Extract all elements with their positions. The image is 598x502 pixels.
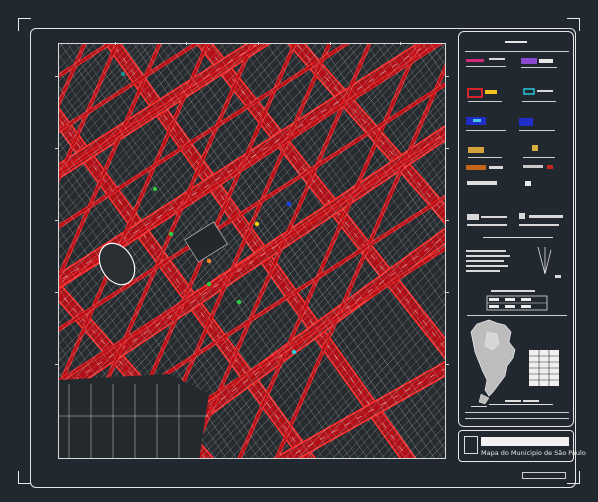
legend-text-list	[467, 213, 563, 238]
open-area	[59, 374, 209, 458]
notes-block	[466, 250, 510, 272]
municipality-locator-map	[470, 319, 516, 407]
legend-rule	[465, 51, 569, 52]
map-point-symbol	[120, 71, 126, 77]
map-point-symbol	[206, 258, 212, 264]
pink-line-symbol	[466, 58, 506, 67]
map-point-symbol	[206, 281, 212, 287]
city-map-viewport[interactable]	[58, 43, 446, 459]
legend-header-bar	[505, 41, 527, 43]
city-map-drawing	[59, 44, 445, 458]
map-point-symbol	[152, 186, 158, 192]
map-point-symbol	[291, 349, 297, 355]
blue-box-symbol	[466, 117, 555, 131]
logo-box	[464, 436, 478, 454]
north-arrow-icon	[537, 246, 561, 278]
map-point-symbol	[236, 299, 242, 305]
sheet-title: Mapa do Municipio de São Paulo	[481, 449, 586, 457]
tan-box-symbol	[468, 145, 555, 158]
red-box-symbol	[467, 88, 502, 102]
scale-table	[467, 290, 567, 316]
orange-box-symbol	[466, 165, 553, 186]
scale-bar	[465, 400, 569, 419]
legend-graphics	[465, 41, 569, 419]
legend-panel	[458, 31, 574, 427]
map-point-symbol	[286, 201, 292, 207]
cyan-box-symbol	[522, 88, 556, 102]
title-bar	[481, 437, 569, 446]
crop-mark-top-left	[18, 18, 31, 31]
title-block: Mapa do Municipio de São Paulo	[458, 430, 586, 462]
map-point-symbol	[210, 408, 216, 414]
purple-box-symbol	[521, 58, 557, 68]
sheet-number-box	[522, 472, 566, 479]
locator-table	[529, 350, 559, 386]
map-point-symbol	[168, 231, 174, 237]
map-point-symbol	[254, 221, 260, 227]
